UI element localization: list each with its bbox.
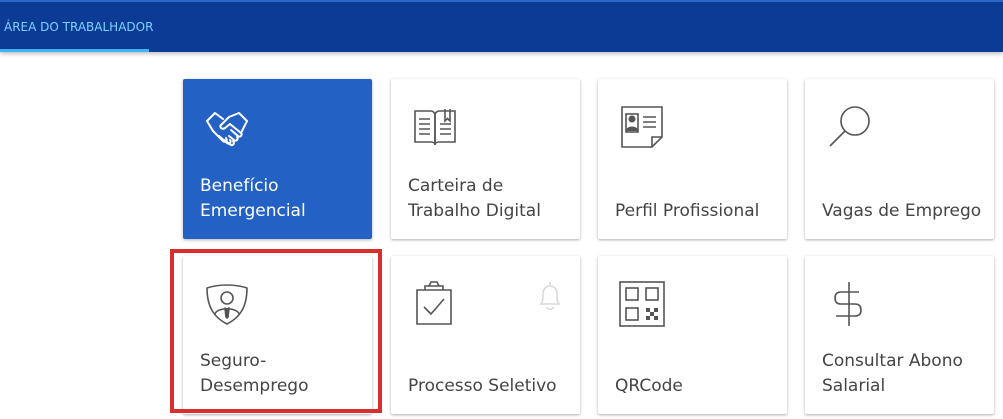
shield-person-icon [203,280,251,328]
card-label: QRCode [615,376,683,396]
handshake-icon [203,103,251,151]
top-navigation-bar: ÁREA DO TRABALHADOR [0,0,1003,52]
card-label: Vagas de Emprego [822,201,982,221]
card-vagas-de-emprego[interactable]: Vagas de Emprego [805,79,994,239]
clipboard-check-icon [411,280,459,328]
magnifier-icon [825,103,873,151]
card-label: Processo Seletivo [408,376,557,396]
card-qrcode[interactable]: QRCode [598,256,787,414]
dollar-icon [825,280,873,328]
card-seguro-desemprego[interactable]: Seguro-Desemprego [183,256,372,414]
tab-area-do-trabalhador[interactable]: ÁREA DO TRABALHADOR [0,2,153,52]
card-label: Consultar Abono Salarial [822,351,963,396]
card-label: Carteira de Trabalho Digital [408,176,541,221]
card-consultar-abono-salarial[interactable]: Consultar Abono Salarial [805,256,994,414]
profile-card-icon [618,103,666,151]
card-beneficio-emergencial[interactable]: Benefício Emergencial [183,79,372,239]
card-label: Perfil Profissional [615,201,760,221]
open-book-icon [411,103,459,151]
card-label: Benefício Emergencial [200,176,306,221]
card-carteira-de-trabalho-digital[interactable]: Carteira de Trabalho Digital [391,79,580,239]
bell-icon[interactable] [536,280,564,312]
card-processo-seletivo[interactable]: Processo Seletivo [391,256,580,414]
card-label: Seguro-Desemprego [200,351,309,396]
qrcode-icon [618,280,666,328]
card-perfil-profissional[interactable]: Perfil Profissional [598,79,787,239]
